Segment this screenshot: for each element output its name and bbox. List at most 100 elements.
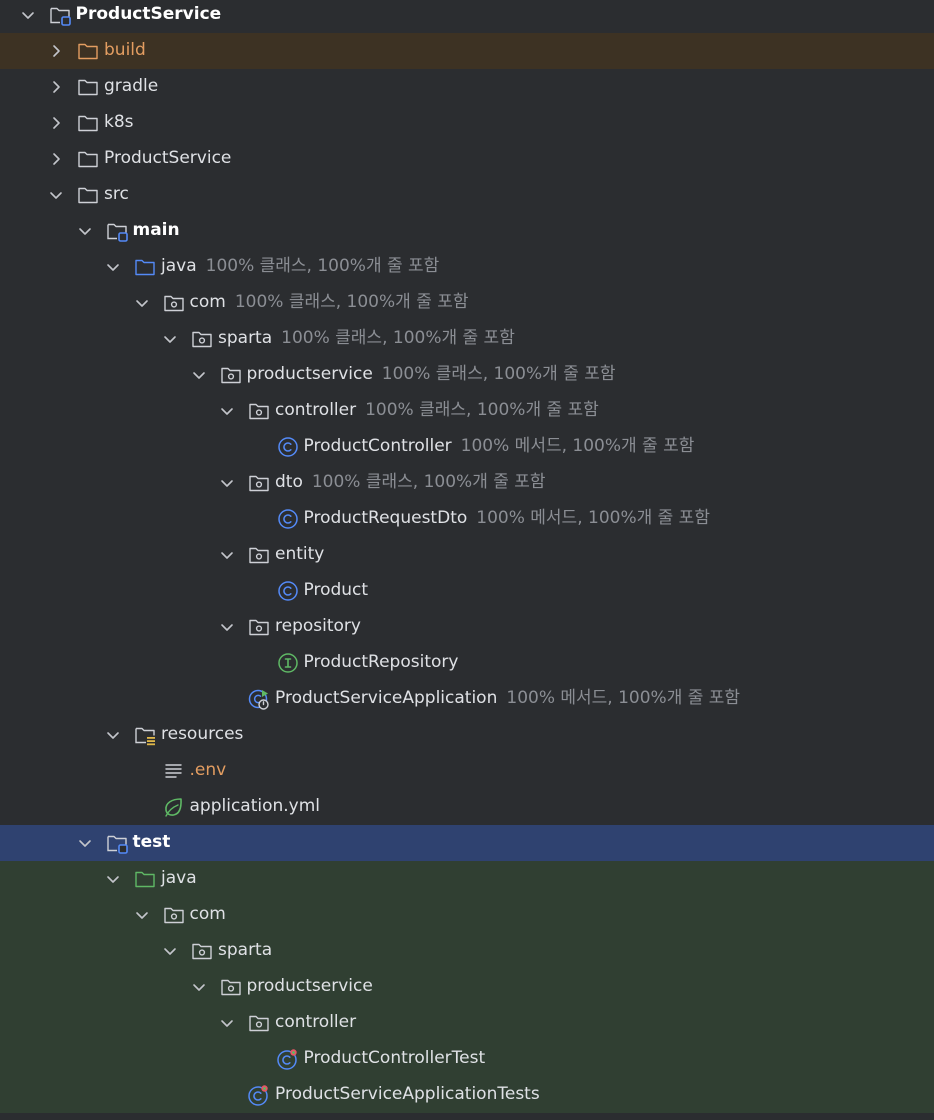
test-class-icon <box>247 1083 271 1107</box>
interface-icon <box>276 651 300 675</box>
tree-label: com <box>190 897 226 931</box>
tree-row-controller[interactable]: controller <box>0 1005 934 1041</box>
node-name: ProductServiceApplicationTests <box>275 1084 540 1104</box>
chevron-down-icon[interactable] <box>190 366 208 384</box>
class-icon <box>276 507 300 531</box>
chevron-right-icon[interactable] <box>47 42 65 60</box>
chevron-down-icon[interactable] <box>133 294 151 312</box>
tree-row-productcontrollertest[interactable]: ProductControllerTest <box>0 1041 934 1077</box>
tree-label: build <box>104 33 146 67</box>
class-icon <box>276 435 300 459</box>
chevron-down-icon[interactable] <box>218 1014 236 1032</box>
chevron-down-icon[interactable] <box>19 6 37 24</box>
chevron-down-icon[interactable] <box>218 546 236 564</box>
node-name: main <box>132 220 180 240</box>
node-name: resources <box>161 724 244 744</box>
node-name: com <box>189 904 226 924</box>
tree-row-entity[interactable]: entity <box>0 537 934 573</box>
project-tree[interactable]: ProductService build gradle k8s ProductServi… <box>0 0 934 1120</box>
tree-row-java[interactable]: java 100% 클래스, 100%개 줄 포함 <box>0 249 934 285</box>
tree-row-com[interactable]: com 100% 클래스, 100%개 줄 포함 <box>0 285 934 321</box>
tree-label: sparta 100% 클래스, 100%개 줄 포함 <box>218 321 515 355</box>
tree-label: java 100% 클래스, 100%개 줄 포함 <box>161 249 439 283</box>
tree-label: entity <box>275 537 324 571</box>
node-name: ProductController <box>303 436 452 456</box>
tree-label: gradle <box>104 69 158 103</box>
tree-row-sparta[interactable]: sparta <box>0 933 934 969</box>
folder-icon <box>76 111 100 135</box>
package-icon <box>219 975 243 999</box>
chevron-down-icon[interactable] <box>104 870 122 888</box>
node-name: productservice <box>246 976 373 996</box>
coverage-info: 100% 메서드, 100%개 줄 포함 <box>460 436 695 456</box>
tree-row-productrepository[interactable]: ProductRepository <box>0 645 934 681</box>
tree-label: controller <box>275 1005 356 1039</box>
tree-row-build[interactable]: build <box>0 33 934 69</box>
tree-row-env[interactable]: .env <box>0 753 934 789</box>
tree-row-productservice[interactable]: ProductService <box>0 141 934 177</box>
node-name: test <box>132 832 171 852</box>
tree-label: ProductService <box>76 0 222 31</box>
tree-label: resources <box>161 717 243 751</box>
source-folder-icon <box>133 255 157 279</box>
node-name: build <box>104 40 146 60</box>
package-icon <box>247 543 271 567</box>
chevron-right-icon[interactable] <box>47 78 65 96</box>
tree-row-gradle[interactable]: gradle <box>0 69 934 105</box>
chevron-down-icon[interactable] <box>47 186 65 204</box>
tree-row-product[interactable]: Product <box>0 573 934 609</box>
tree-row-dto[interactable]: dto 100% 클래스, 100%개 줄 포함 <box>0 465 934 501</box>
tree-row-resources[interactable]: resources <box>0 717 934 753</box>
tree-row-repository[interactable]: repository <box>0 609 934 645</box>
node-name: ProductRepository <box>303 652 459 672</box>
package-icon <box>247 615 271 639</box>
chevron-down-icon[interactable] <box>133 906 151 924</box>
module-folder-icon <box>48 3 72 27</box>
coverage-info: 100% 클래스, 100%개 줄 포함 <box>281 328 515 348</box>
chevron-right-icon[interactable] <box>47 150 65 168</box>
package-icon <box>162 291 186 315</box>
chevron-down-icon[interactable] <box>161 942 179 960</box>
tree-label: .env <box>190 753 227 787</box>
chevron-down-icon[interactable] <box>104 726 122 744</box>
tree-row-productserviceapplication[interactable]: ProductServiceApplication 100% 메서드, 100%개… <box>0 681 934 717</box>
tree-row-productserviceapplicationtests[interactable]: ProductServiceApplicationTests <box>0 1077 934 1113</box>
spring-boot-app-icon <box>247 687 271 711</box>
tree-row-controller[interactable]: controller 100% 클래스, 100%개 줄 포함 <box>0 393 934 429</box>
tree-row-src[interactable]: src <box>0 177 934 213</box>
tree-row-java[interactable]: java <box>0 861 934 897</box>
tree-row-k8s[interactable]: k8s <box>0 105 934 141</box>
chevron-down-icon[interactable] <box>218 402 236 420</box>
chevron-down-icon[interactable] <box>76 834 94 852</box>
package-icon <box>247 1011 271 1035</box>
chevron-down-icon[interactable] <box>104 258 122 276</box>
node-name: com <box>189 292 226 312</box>
tree-label: ProductControllerTest <box>304 1041 486 1075</box>
tree-label: java <box>161 861 197 895</box>
tree-row-com[interactable]: com <box>0 897 934 933</box>
chevron-right-icon[interactable] <box>47 114 65 132</box>
tree-row-test[interactable]: test <box>0 825 934 861</box>
resources-folder-icon <box>133 723 157 747</box>
tree-label: repository <box>275 609 361 643</box>
chevron-down-icon[interactable] <box>161 330 179 348</box>
chevron-down-icon[interactable] <box>76 222 94 240</box>
tree-row-productcontroller[interactable]: ProductController 100% 메서드, 100%개 줄 포함 <box>0 429 934 465</box>
tree-label: productservice 100% 클래스, 100%개 줄 포함 <box>247 357 616 391</box>
tree-row-application-yml[interactable]: application.yml <box>0 789 934 825</box>
chevron-down-icon[interactable] <box>218 618 236 636</box>
tree-row-productservice[interactable]: productservice <box>0 969 934 1005</box>
chevron-down-icon[interactable] <box>190 978 208 996</box>
tree-row-main[interactable]: main <box>0 213 934 249</box>
tree-row-productservice[interactable]: ProductService <box>0 0 934 33</box>
tree-row-sparta[interactable]: sparta 100% 클래스, 100%개 줄 포함 <box>0 321 934 357</box>
node-name: sparta <box>218 940 273 960</box>
chevron-down-icon[interactable] <box>218 474 236 492</box>
node-name: .env <box>189 760 227 780</box>
tree-row-productservice[interactable]: productservice 100% 클래스, 100%개 줄 포함 <box>0 357 934 393</box>
node-name: productservice <box>246 364 373 384</box>
node-name: ProductService <box>104 148 232 168</box>
tree-row-productrequestdto[interactable]: ProductRequestDto 100% 메서드, 100%개 줄 포함 <box>0 501 934 537</box>
text-file-icon <box>162 759 186 783</box>
tree-label: ProductRepository <box>304 645 459 679</box>
